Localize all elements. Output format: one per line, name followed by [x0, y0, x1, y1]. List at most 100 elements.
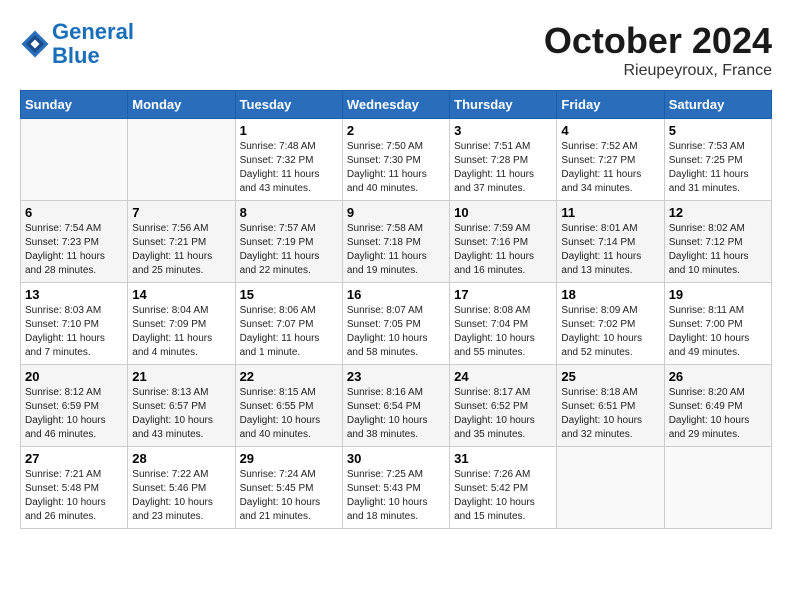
day-detail: Sunrise: 8:07 AMSunset: 7:05 PMDaylight:…	[347, 304, 445, 360]
weekday-header: Saturday	[664, 91, 771, 119]
location: Rieupeyroux, France	[544, 62, 772, 80]
day-number: 7	[132, 205, 230, 220]
calendar-cell: 9 Sunrise: 7:58 AMSunset: 7:18 PMDaylight…	[342, 201, 449, 283]
calendar-cell	[557, 447, 664, 529]
day-detail: Sunrise: 7:26 AMSunset: 5:42 PMDaylight:…	[454, 468, 552, 524]
calendar-cell: 31 Sunrise: 7:26 AMSunset: 5:42 PMDayligh…	[450, 447, 557, 529]
calendar-week-row: 6 Sunrise: 7:54 AMSunset: 7:23 PMDaylight…	[21, 201, 772, 283]
calendar-week-row: 27 Sunrise: 7:21 AMSunset: 5:48 PMDayligh…	[21, 447, 772, 529]
day-number: 15	[240, 287, 338, 302]
page-header: GeneralBlue October 2024 Rieupeyroux, Fr…	[20, 20, 772, 80]
day-detail: Sunrise: 7:54 AMSunset: 7:23 PMDaylight:…	[25, 222, 123, 278]
calendar-cell: 28 Sunrise: 7:22 AMSunset: 5:46 PMDayligh…	[128, 447, 235, 529]
day-number: 27	[25, 451, 123, 466]
day-detail: Sunrise: 8:08 AMSunset: 7:04 PMDaylight:…	[454, 304, 552, 360]
calendar-cell: 24 Sunrise: 8:17 AMSunset: 6:52 PMDayligh…	[450, 365, 557, 447]
logo-name: GeneralBlue	[52, 20, 134, 68]
day-number: 22	[240, 369, 338, 384]
calendar-cell: 3Sunrise: 7:51 AMSunset: 7:28 PMDaylight…	[450, 119, 557, 201]
calendar-table: SundayMondayTuesdayWednesdayThursdayFrid…	[20, 90, 772, 529]
calendar-cell: 18 Sunrise: 8:09 AMSunset: 7:02 PMDayligh…	[557, 283, 664, 365]
calendar-cell: 21Sunrise: 8:13 AMSunset: 6:57 PMDayligh…	[128, 365, 235, 447]
day-detail: Sunrise: 8:02 AMSunset: 7:12 PMDaylight:…	[669, 222, 767, 278]
day-number: 1	[240, 123, 338, 138]
day-detail: Sunrise: 8:06 AMSunset: 7:07 PMDaylight:…	[240, 304, 338, 360]
day-detail: Sunrise: 7:24 AMSunset: 5:45 PMDaylight:…	[240, 468, 338, 524]
calendar-cell: 14 Sunrise: 8:04 AMSunset: 7:09 PMDayligh…	[128, 283, 235, 365]
calendar-cell: 6 Sunrise: 7:54 AMSunset: 7:23 PMDaylight…	[21, 201, 128, 283]
day-detail: Sunrise: 8:09 AMSunset: 7:02 PMDaylight:…	[561, 304, 659, 360]
weekday-header: Monday	[128, 91, 235, 119]
weekday-header: Tuesday	[235, 91, 342, 119]
day-number: 9	[347, 205, 445, 220]
calendar-cell	[664, 447, 771, 529]
day-detail: Sunrise: 8:17 AMSunset: 6:52 PMDaylight:…	[454, 386, 552, 442]
day-detail: Sunrise: 8:04 AMSunset: 7:09 PMDaylight:…	[132, 304, 230, 360]
day-number: 16	[347, 287, 445, 302]
calendar-cell	[128, 119, 235, 201]
day-number: 20	[25, 369, 123, 384]
day-number: 30	[347, 451, 445, 466]
calendar-cell: 23Sunrise: 8:16 AMSunset: 6:54 PMDayligh…	[342, 365, 449, 447]
day-detail: Sunrise: 7:59 AMSunset: 7:16 PMDaylight:…	[454, 222, 552, 278]
weekday-header: Friday	[557, 91, 664, 119]
title-block: October 2024 Rieupeyroux, France	[544, 20, 772, 80]
day-detail: Sunrise: 8:15 AMSunset: 6:55 PMDaylight:…	[240, 386, 338, 442]
calendar-cell: 11 Sunrise: 8:01 AMSunset: 7:14 PMDayligh…	[557, 201, 664, 283]
day-number: 29	[240, 451, 338, 466]
calendar-week-row: 1 Sunrise: 7:48 AMSunset: 7:32 PMDaylight…	[21, 119, 772, 201]
day-number: 5	[669, 123, 767, 138]
day-number: 19	[669, 287, 767, 302]
day-number: 12	[669, 205, 767, 220]
day-detail: Sunrise: 7:52 AMSunset: 7:27 PMDaylight:…	[561, 140, 659, 196]
weekday-header: Wednesday	[342, 91, 449, 119]
day-detail: Sunrise: 8:18 AMSunset: 6:51 PMDaylight:…	[561, 386, 659, 442]
day-detail: Sunrise: 8:01 AMSunset: 7:14 PMDaylight:…	[561, 222, 659, 278]
calendar-cell: 20Sunrise: 8:12 AMSunset: 6:59 PMDayligh…	[21, 365, 128, 447]
logo-icon	[20, 29, 50, 59]
day-detail: Sunrise: 7:22 AMSunset: 5:46 PMDaylight:…	[132, 468, 230, 524]
day-number: 31	[454, 451, 552, 466]
calendar-cell: 15 Sunrise: 8:06 AMSunset: 7:07 PMDayligh…	[235, 283, 342, 365]
day-detail: Sunrise: 8:13 AMSunset: 6:57 PMDaylight:…	[132, 386, 230, 442]
day-detail: Sunrise: 7:50 AMSunset: 7:30 PMDaylight:…	[347, 140, 445, 196]
day-detail: Sunrise: 7:57 AMSunset: 7:19 PMDaylight:…	[240, 222, 338, 278]
day-detail: Sunrise: 7:25 AMSunset: 5:43 PMDaylight:…	[347, 468, 445, 524]
logo: GeneralBlue	[20, 20, 134, 68]
calendar-cell: 7 Sunrise: 7:56 AMSunset: 7:21 PMDaylight…	[128, 201, 235, 283]
calendar-cell: 12 Sunrise: 8:02 AMSunset: 7:12 PMDayligh…	[664, 201, 771, 283]
day-number: 24	[454, 369, 552, 384]
day-detail: Sunrise: 7:56 AMSunset: 7:21 PMDaylight:…	[132, 222, 230, 278]
day-detail: Sunrise: 7:53 AMSunset: 7:25 PMDaylight:…	[669, 140, 767, 196]
calendar-cell: 13Sunrise: 8:03 AMSunset: 7:10 PMDayligh…	[21, 283, 128, 365]
day-number: 14	[132, 287, 230, 302]
day-number: 25	[561, 369, 659, 384]
calendar-week-row: 13Sunrise: 8:03 AMSunset: 7:10 PMDayligh…	[21, 283, 772, 365]
day-detail: Sunrise: 8:11 AMSunset: 7:00 PMDaylight:…	[669, 304, 767, 360]
day-detail: Sunrise: 7:58 AMSunset: 7:18 PMDaylight:…	[347, 222, 445, 278]
calendar-cell	[21, 119, 128, 201]
day-detail: Sunrise: 7:21 AMSunset: 5:48 PMDaylight:…	[25, 468, 123, 524]
calendar-cell: 27 Sunrise: 7:21 AMSunset: 5:48 PMDayligh…	[21, 447, 128, 529]
calendar-cell: 1 Sunrise: 7:48 AMSunset: 7:32 PMDaylight…	[235, 119, 342, 201]
calendar-cell: 30 Sunrise: 7:25 AMSunset: 5:43 PMDayligh…	[342, 447, 449, 529]
calendar-cell: 29 Sunrise: 7:24 AMSunset: 5:45 PMDayligh…	[235, 447, 342, 529]
day-detail: Sunrise: 8:03 AMSunset: 7:10 PMDaylight:…	[25, 304, 123, 360]
calendar-cell: 17Sunrise: 8:08 AMSunset: 7:04 PMDayligh…	[450, 283, 557, 365]
day-detail: Sunrise: 8:16 AMSunset: 6:54 PMDaylight:…	[347, 386, 445, 442]
calendar-cell: 26Sunrise: 8:20 AMSunset: 6:49 PMDayligh…	[664, 365, 771, 447]
day-number: 18	[561, 287, 659, 302]
weekday-header: Thursday	[450, 91, 557, 119]
day-number: 28	[132, 451, 230, 466]
calendar-cell: 4Sunrise: 7:52 AMSunset: 7:27 PMDaylight…	[557, 119, 664, 201]
day-detail: Sunrise: 7:51 AMSunset: 7:28 PMDaylight:…	[454, 140, 552, 196]
day-detail: Sunrise: 7:48 AMSunset: 7:32 PMDaylight:…	[240, 140, 338, 196]
day-number: 6	[25, 205, 123, 220]
calendar-cell: 10Sunrise: 7:59 AMSunset: 7:16 PMDayligh…	[450, 201, 557, 283]
day-number: 2	[347, 123, 445, 138]
month-title: October 2024	[544, 20, 772, 62]
calendar-cell: 22 Sunrise: 8:15 AMSunset: 6:55 PMDayligh…	[235, 365, 342, 447]
day-detail: Sunrise: 8:20 AMSunset: 6:49 PMDaylight:…	[669, 386, 767, 442]
calendar-cell: 2 Sunrise: 7:50 AMSunset: 7:30 PMDaylight…	[342, 119, 449, 201]
day-number: 11	[561, 205, 659, 220]
